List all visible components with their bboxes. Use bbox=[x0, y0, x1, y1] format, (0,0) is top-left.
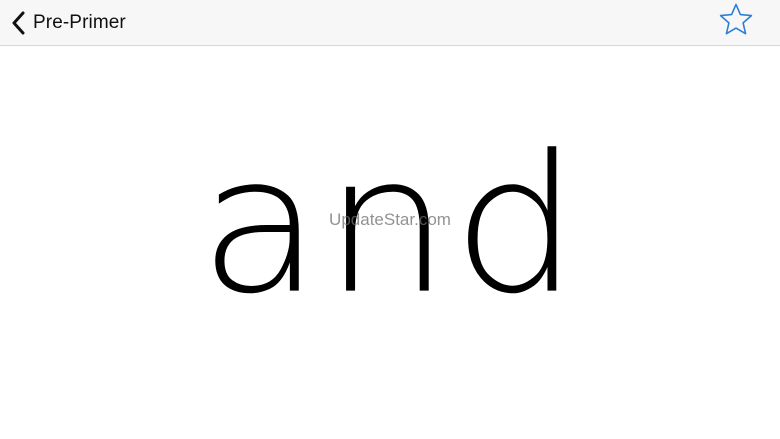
favorite-button[interactable] bbox=[716, 2, 756, 42]
navigation-bar: Pre-Primer bbox=[0, 0, 780, 46]
back-button[interactable]: Pre-Primer bbox=[8, 4, 126, 42]
flash-card[interactable]: and UpdateStar.com bbox=[0, 46, 780, 439]
star-icon bbox=[718, 2, 754, 43]
chevron-left-icon bbox=[8, 11, 28, 35]
watermark: UpdateStar.com bbox=[329, 210, 451, 229]
back-button-label: Pre-Primer bbox=[33, 12, 126, 33]
